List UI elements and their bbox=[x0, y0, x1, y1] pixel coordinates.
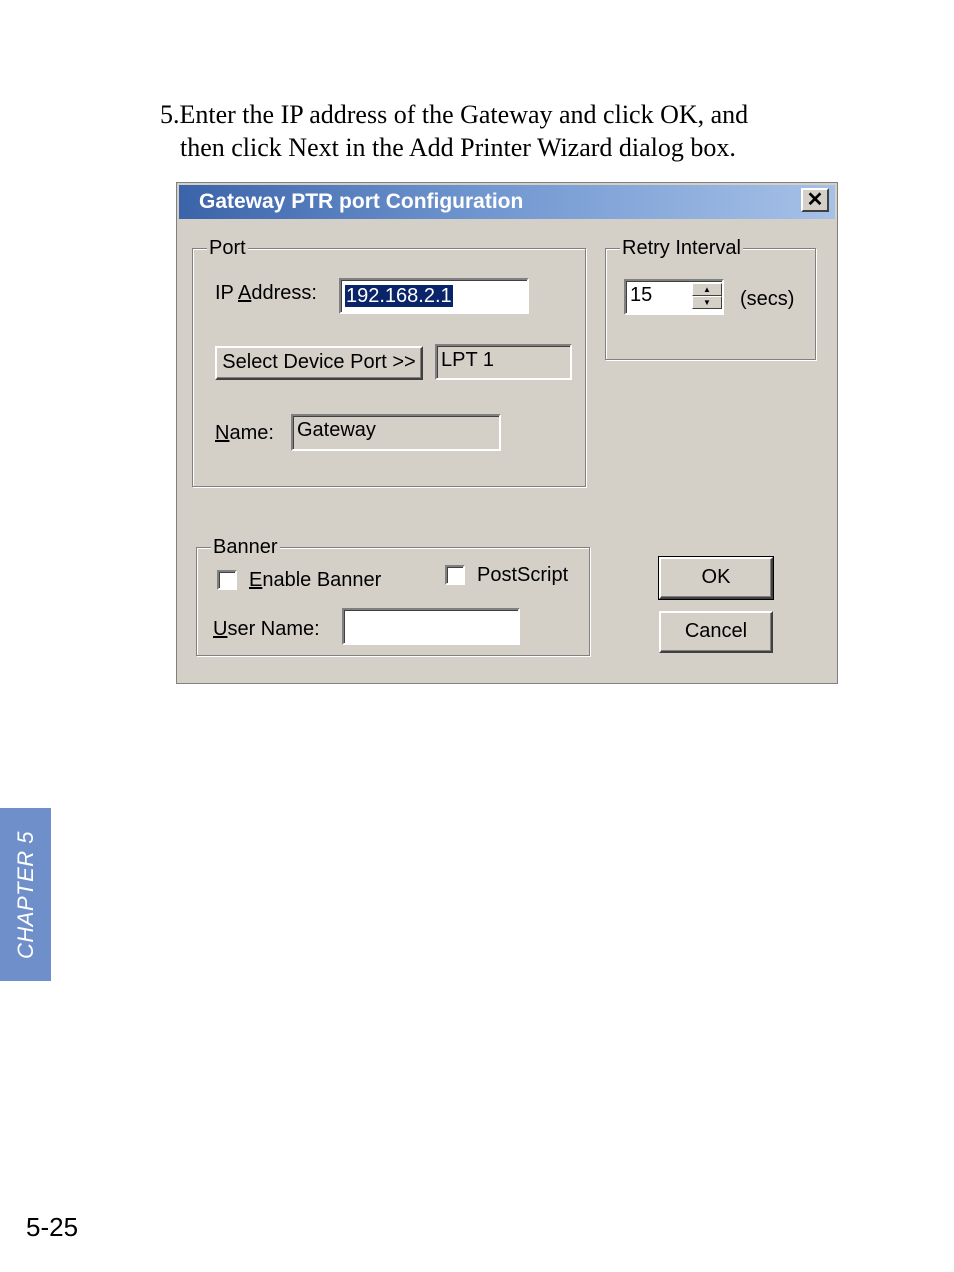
postscript-checkbox[interactable] bbox=[445, 565, 465, 585]
port-group: Port IP Address: 192.168.2.1 Select Devi… bbox=[192, 235, 586, 487]
retry-interval-group: Retry Interval 15 ▲ ▼ (secs) bbox=[605, 235, 816, 360]
instruction-line-1: 5.Enter the IP address of the Gateway an… bbox=[160, 100, 749, 129]
dialog-titlebar[interactable]: Gateway PTR port Configuration bbox=[179, 185, 835, 219]
user-name-input[interactable] bbox=[342, 608, 520, 645]
close-icon[interactable]: ✕ bbox=[801, 188, 829, 212]
spin-up-icon[interactable]: ▲ bbox=[692, 283, 722, 296]
enable-banner-checkbox[interactable] bbox=[217, 570, 237, 590]
ip-address-input[interactable]: 192.168.2.1 bbox=[339, 278, 529, 314]
enable-banner-label[interactable]: Enable Banner bbox=[249, 566, 381, 594]
secs-label: (secs) bbox=[740, 288, 795, 310]
dialog-title: Gateway PTR port Configuration bbox=[199, 190, 524, 213]
chapter-tab: CHAPTER 5 bbox=[0, 808, 51, 981]
instruction-text: 5.Enter the IP address of the Gateway an… bbox=[160, 98, 840, 164]
banner-group-legend: Banner bbox=[211, 534, 280, 560]
ip-address-value: 192.168.2.1 bbox=[345, 285, 453, 307]
select-device-port-button[interactable]: Select Device Port >> bbox=[215, 346, 423, 380]
banner-group: Banner Enable Banner PostScript User Nam… bbox=[196, 534, 590, 656]
postscript-label[interactable]: PostScript bbox=[477, 561, 568, 589]
ip-address-label: IP Address: bbox=[215, 282, 317, 304]
retry-interval-legend: Retry Interval bbox=[620, 235, 743, 261]
spin-down-icon[interactable]: ▼ bbox=[692, 296, 722, 309]
name-label: Name: bbox=[215, 422, 274, 444]
device-port-field: LPT 1 bbox=[435, 344, 572, 380]
port-group-legend: Port bbox=[207, 235, 248, 261]
chapter-tab-label: CHAPTER 5 bbox=[12, 830, 38, 959]
cancel-button[interactable]: Cancel bbox=[659, 611, 773, 653]
ok-button[interactable]: OK bbox=[658, 556, 774, 600]
retry-interval-value: 15 bbox=[630, 284, 653, 306]
name-field: Gateway bbox=[291, 414, 501, 451]
user-name-label: User Name: bbox=[213, 618, 320, 640]
port-configuration-dialog: Gateway PTR port Configuration ✕ Port IP… bbox=[176, 182, 838, 684]
page-number: 5-25 bbox=[26, 1212, 79, 1242]
instruction-line-2: then click Next in the Add Printer Wizar… bbox=[180, 133, 736, 162]
